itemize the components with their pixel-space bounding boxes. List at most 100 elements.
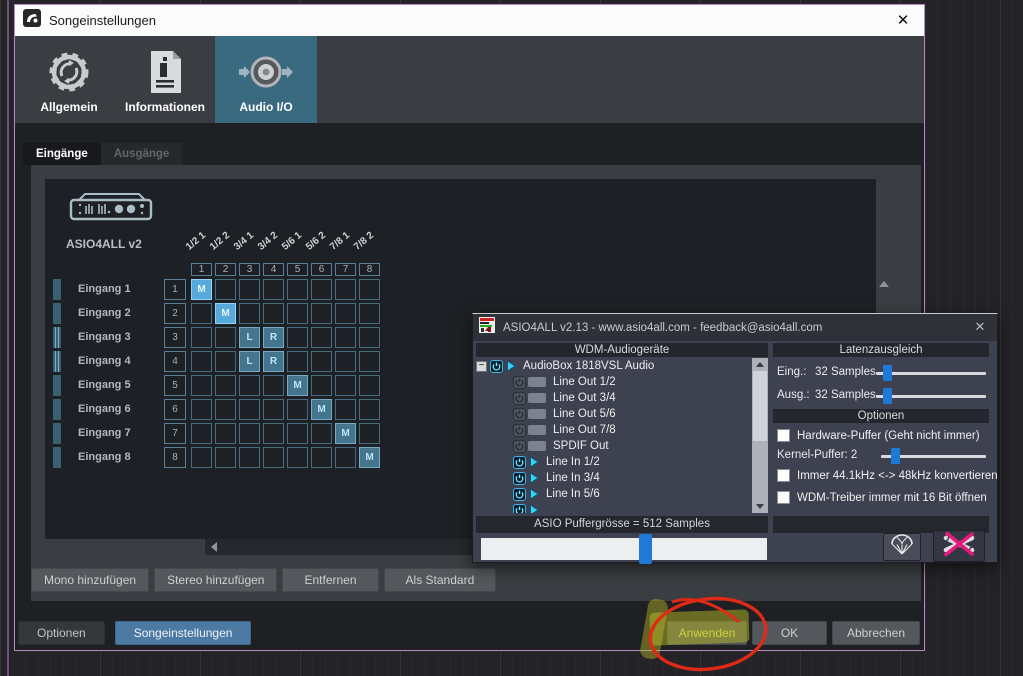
checkbox-hardware-puffer-geht-nicht-immer[interactable] xyxy=(777,429,790,442)
matrix-cell-r6c2[interactable] xyxy=(215,399,236,420)
power-icon[interactable] xyxy=(513,440,526,453)
power-icon[interactable] xyxy=(513,376,526,389)
device-tree-item-line-out-7-8[interactable]: Line Out 7/8 xyxy=(476,422,752,438)
matrix-cell-r8c3[interactable] xyxy=(239,447,260,468)
device-tree-item-spdif-out[interactable]: SPDIF Out xyxy=(476,438,752,454)
toolbar-item-audio-i-o[interactable]: Audio I/O xyxy=(215,36,317,123)
matrix-cell-r1c5[interactable] xyxy=(287,279,308,300)
matrix-cell-r7c1[interactable] xyxy=(191,423,212,444)
matrix-cell-r5c8[interactable] xyxy=(359,375,380,396)
matrix-cell-r8c8[interactable]: M xyxy=(359,447,380,468)
matrix-cell-r5c7[interactable] xyxy=(335,375,356,396)
tab-eing-nge[interactable]: Eingänge xyxy=(23,143,101,165)
matrix-cell-r3c1[interactable] xyxy=(191,327,212,348)
device-tree-item-audiobox-1818vsl-audio[interactable]: − AudioBox 1818VSL Audio xyxy=(476,358,752,374)
matrix-cell-r4c7[interactable] xyxy=(335,351,356,372)
matrix-cell-r6c1[interactable] xyxy=(191,399,212,420)
matrix-cell-r1c4[interactable] xyxy=(263,279,284,300)
matrix-cell-r5c1[interactable] xyxy=(191,375,212,396)
tab-ausg-nge[interactable]: Ausgänge xyxy=(101,143,183,165)
matrix-cell-r5c3[interactable] xyxy=(239,375,260,396)
power-icon[interactable] xyxy=(513,488,526,501)
matrix-cell-r3c8[interactable] xyxy=(359,327,380,348)
tree-expander-icon[interactable]: − xyxy=(476,361,487,372)
matrix-cell-r6c4[interactable] xyxy=(263,399,284,420)
matrix-cell-r6c6[interactable]: M xyxy=(311,399,332,420)
device-tree-item-item[interactable] xyxy=(476,502,752,513)
matrix-cell-r5c4[interactable] xyxy=(263,375,284,396)
slider-thumb[interactable] xyxy=(883,365,892,381)
matrix-cell-r4c6[interactable] xyxy=(311,351,332,372)
remove-driver-button[interactable] xyxy=(933,530,985,562)
matrix-cell-r1c7[interactable] xyxy=(335,279,356,300)
matrix-cell-r5c6[interactable] xyxy=(311,375,332,396)
power-icon[interactable] xyxy=(513,408,526,421)
ok-button[interactable]: OK xyxy=(752,621,827,645)
matrix-cell-r2c6[interactable] xyxy=(311,303,332,324)
latency-slider[interactable] xyxy=(876,391,986,401)
scroll-up-icon[interactable] xyxy=(756,362,764,367)
device-tree-item-line-out-1-2[interactable]: Line Out 1/2 xyxy=(476,374,752,390)
scrollbar-thumb[interactable] xyxy=(753,371,767,441)
matrix-cell-r4c4[interactable]: R xyxy=(263,351,284,372)
power-icon[interactable] xyxy=(490,360,503,373)
matrix-cell-r8c6[interactable] xyxy=(311,447,332,468)
dialog-close-icon[interactable]: ✕ xyxy=(892,10,914,32)
power-icon[interactable] xyxy=(513,424,526,437)
matrix-cell-r4c1[interactable] xyxy=(191,351,212,372)
matrix-cell-r8c4[interactable] xyxy=(263,447,284,468)
matrix-cell-r3c7[interactable] xyxy=(335,327,356,348)
matrix-cell-r6c5[interactable] xyxy=(287,399,308,420)
latency-slider[interactable] xyxy=(876,368,986,378)
power-icon[interactable] xyxy=(513,392,526,405)
matrix-cell-r2c2[interactable]: M xyxy=(215,303,236,324)
matrix-cell-r3c6[interactable] xyxy=(311,327,332,348)
matrix-cell-r8c5[interactable] xyxy=(287,447,308,468)
songeinstellungen-button[interactable]: Songeinstellungen xyxy=(115,621,252,645)
matrix-vertical-scroll-up[interactable] xyxy=(879,281,889,287)
matrix-cell-r6c7[interactable] xyxy=(335,399,356,420)
buffer-slider-thumb[interactable] xyxy=(639,534,652,564)
slider-thumb[interactable] xyxy=(891,448,900,464)
slider-thumb[interactable] xyxy=(883,388,892,404)
matrix-cell-r3c4[interactable]: R xyxy=(263,327,284,348)
matrix-cell-r6c8[interactable] xyxy=(359,399,380,420)
matrix-cell-r7c6[interactable] xyxy=(311,423,332,444)
matrix-cell-r1c2[interactable] xyxy=(215,279,236,300)
checkbox-immer-44-1khz-48khz-konvertieren[interactable] xyxy=(777,469,790,482)
als-standard-button[interactable]: Als Standard xyxy=(384,568,497,592)
matrix-cell-r7c4[interactable] xyxy=(263,423,284,444)
asio4all-close-icon[interactable]: ✕ xyxy=(971,318,989,336)
power-icon[interactable] xyxy=(513,456,526,469)
device-tree-item-line-out-3-4[interactable]: Line Out 3/4 xyxy=(476,390,752,406)
matrix-cell-r4c8[interactable] xyxy=(359,351,380,372)
matrix-cell-r1c3[interactable] xyxy=(239,279,260,300)
optionen-button[interactable]: Optionen xyxy=(18,621,105,645)
matrix-cell-r3c2[interactable] xyxy=(215,327,236,348)
matrix-scroll-left-icon[interactable] xyxy=(211,542,217,552)
matrix-cell-r8c1[interactable] xyxy=(191,447,212,468)
matrix-cell-r3c3[interactable]: L xyxy=(239,327,260,348)
device-tree-item-line-in-1-2[interactable]: Line In 1/2 xyxy=(476,454,752,470)
device-tree-item-line-in-3-4[interactable]: Line In 3/4 xyxy=(476,470,752,486)
kernel-buffer-slider[interactable] xyxy=(881,451,986,461)
matrix-cell-r8c7[interactable] xyxy=(335,447,356,468)
matrix-cell-r2c7[interactable] xyxy=(335,303,356,324)
matrix-cell-r5c2[interactable] xyxy=(215,375,236,396)
matrix-cell-r4c5[interactable] xyxy=(287,351,308,372)
stereo-hinzuf-gen-button[interactable]: Stereo hinzufügen xyxy=(154,568,277,592)
device-tree-item-line-in-5-6[interactable]: Line In 5/6 xyxy=(476,486,752,502)
power-icon[interactable] xyxy=(513,504,526,514)
matrix-cell-r7c5[interactable] xyxy=(287,423,308,444)
toolbar-item-informationen[interactable]: Informationen xyxy=(115,36,215,123)
matrix-cell-r6c3[interactable] xyxy=(239,399,260,420)
asio-buffer-size-slider[interactable] xyxy=(481,538,767,560)
matrix-cell-r1c1[interactable]: M xyxy=(191,279,212,300)
matrix-cell-r3c5[interactable] xyxy=(287,327,308,348)
device-tree-scrollbar[interactable] xyxy=(752,358,768,513)
checkbox-wdm-treiber-immer-mit-16-bit-ffnen[interactable] xyxy=(777,491,790,504)
toolbar-item-allgemein[interactable]: Allgemein xyxy=(23,36,115,123)
matrix-cell-r2c4[interactable] xyxy=(263,303,284,324)
power-icon[interactable] xyxy=(513,472,526,485)
parachute-safe-mode-button[interactable] xyxy=(883,533,921,561)
